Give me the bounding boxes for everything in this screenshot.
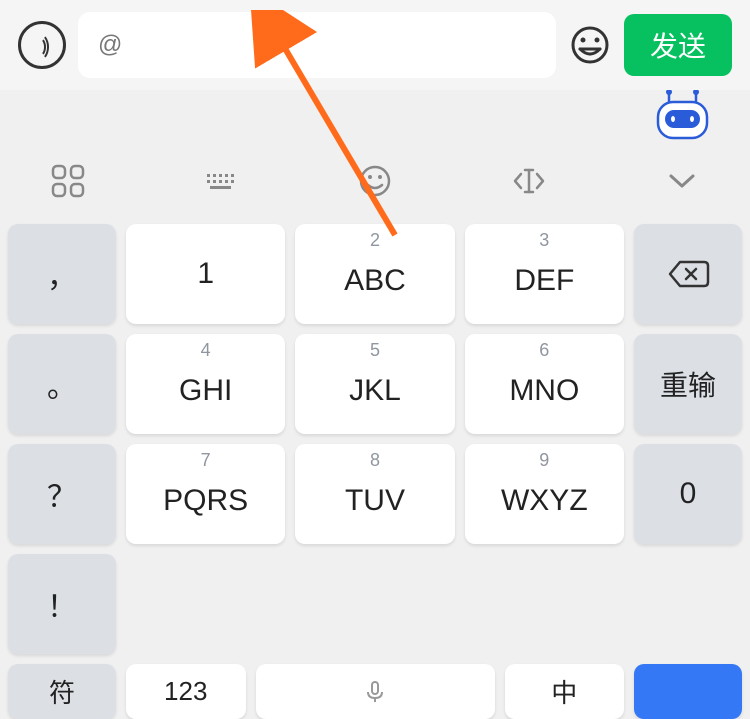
- mic-icon: [363, 680, 387, 704]
- bottom-row: 符 123 中: [0, 654, 750, 719]
- key-label: 。: [47, 362, 77, 406]
- keyboard-toolbar: [0, 146, 750, 216]
- key-2-abc[interactable]: 2 ABC: [295, 224, 454, 324]
- key-5-jkl[interactable]: 5 JKL: [295, 334, 454, 434]
- key-label: JKL: [349, 374, 401, 408]
- key-label: WXYZ: [501, 484, 588, 518]
- key-label: TUV: [345, 484, 405, 518]
- keyboard-mode-icon[interactable]: [202, 161, 242, 201]
- key-question[interactable]: ？: [8, 444, 116, 544]
- message-input[interactable]: @: [78, 12, 556, 78]
- key-3-def[interactable]: 3 DEF: [465, 224, 624, 324]
- language-key[interactable]: 中: [505, 664, 625, 719]
- key-digit: 2: [370, 230, 380, 251]
- key-period[interactable]: 。: [8, 334, 116, 434]
- key-backspace[interactable]: [634, 224, 742, 324]
- key-label: ABC: [344, 264, 406, 298]
- backspace-icon: [666, 258, 710, 290]
- key-9-wxyz[interactable]: 9 WXYZ: [465, 444, 624, 544]
- key-digit: 5: [370, 340, 380, 361]
- smiley-icon[interactable]: [355, 161, 395, 201]
- key-label: ！: [47, 582, 77, 626]
- key-7-pqrs[interactable]: 7 PQRS: [126, 444, 285, 544]
- key-1[interactable]: 1: [126, 224, 285, 324]
- symbols-key[interactable]: 符: [8, 664, 116, 719]
- mascot-row: [0, 90, 750, 146]
- key-reinput[interactable]: 重输: [634, 334, 742, 434]
- key-6-mno[interactable]: 6 MNO: [465, 334, 624, 434]
- cursor-icon[interactable]: [509, 161, 549, 201]
- input-bar: @ 发送: [0, 0, 750, 90]
- numbers-key[interactable]: 123: [126, 664, 246, 719]
- key-label: 符: [49, 673, 75, 710]
- voice-icon[interactable]: [18, 21, 66, 69]
- send-label: 发送: [650, 25, 706, 65]
- key-comma[interactable]: ，: [8, 224, 116, 324]
- key-digit: 6: [539, 340, 549, 361]
- space-key[interactable]: [256, 664, 495, 719]
- key-label: GHI: [179, 374, 232, 408]
- key-label: ，: [47, 252, 77, 296]
- key-4-ghi[interactable]: 4 GHI: [126, 334, 285, 434]
- enter-key[interactable]: [634, 664, 742, 719]
- send-button[interactable]: 发送: [624, 14, 732, 76]
- emoji-icon[interactable]: [568, 23, 612, 67]
- key-8-tuv[interactable]: 8 TUV: [295, 444, 454, 544]
- key-digit: 3: [539, 230, 549, 251]
- key-label: ？: [47, 472, 77, 516]
- key-label: 123: [164, 676, 207, 707]
- key-label: PQRS: [163, 484, 248, 518]
- key-exclaim[interactable]: ！: [8, 554, 116, 654]
- input-value: @: [98, 31, 122, 59]
- apps-icon[interactable]: [48, 161, 88, 201]
- key-digit: 4: [201, 340, 211, 361]
- keyboard-grid: ， 1 2 ABC 3 DEF 。 4 GHI 5 JKL 6 MNO 重输 ？: [0, 216, 750, 654]
- key-zero[interactable]: 0: [634, 444, 742, 544]
- key-label: 中: [551, 673, 577, 710]
- key-label: 1: [197, 257, 214, 291]
- mascot-icon[interactable]: [655, 90, 710, 146]
- key-digit: 9: [539, 450, 549, 471]
- key-label: 重输: [660, 364, 716, 404]
- key-label: MNO: [509, 374, 579, 408]
- collapse-icon[interactable]: [662, 161, 702, 201]
- key-digit: 7: [201, 450, 211, 471]
- key-label: DEF: [514, 264, 574, 298]
- key-digit: 8: [370, 450, 380, 471]
- key-label: 0: [680, 477, 697, 511]
